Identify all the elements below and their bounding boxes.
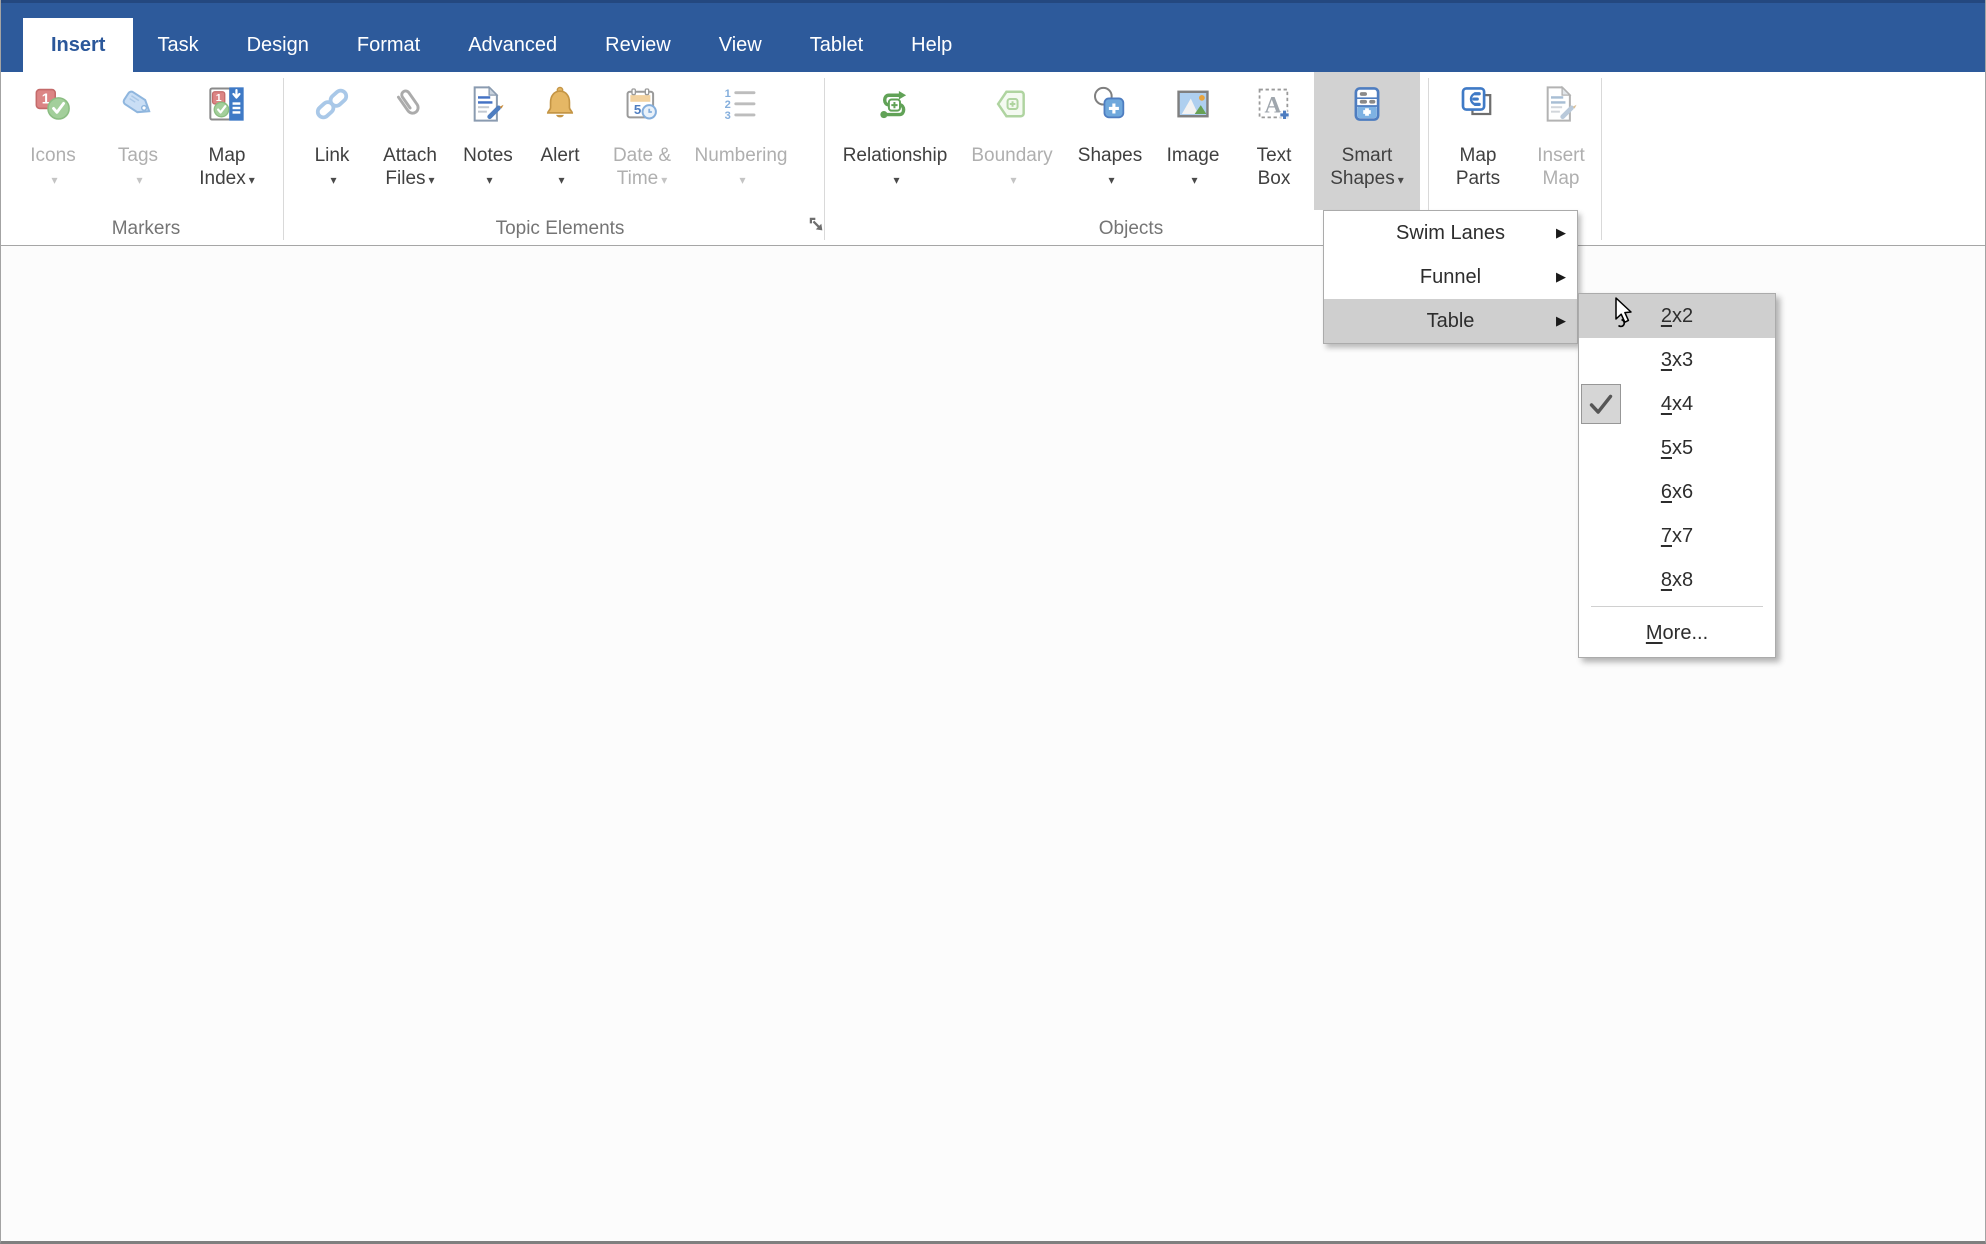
svg-text:A: A [1264, 92, 1281, 118]
submenu-arrow-icon: ▶ [1556, 313, 1566, 328]
map-index-icon: 1 [207, 84, 247, 124]
submenu-item-3x3[interactable]: 3x3 [1579, 338, 1775, 382]
svg-text:5: 5 [634, 102, 642, 117]
ribbon-tab-bar: Insert Task Design Format Advanced Revie… [1, 0, 1985, 72]
tab-insert[interactable]: Insert [23, 18, 134, 72]
tab-format[interactable]: Format [333, 18, 444, 72]
group-separator [824, 78, 825, 240]
map-index-button[interactable]: 1 Map Index ▾ [179, 72, 275, 210]
link-icon [312, 84, 352, 124]
text-box-button[interactable]: A TextBox▾ [1234, 72, 1314, 210]
submenu-item-more[interactable]: More... [1579, 611, 1775, 655]
tab-help[interactable]: Help [887, 18, 976, 72]
bell-icon [540, 84, 580, 124]
paperclip-icon [390, 84, 430, 124]
tab-tablet[interactable]: Tablet [786, 18, 887, 72]
submenu-arrow-icon: ▶ [1556, 269, 1566, 284]
tab-advanced[interactable]: Advanced [444, 18, 581, 72]
dropdown-caret-icon: ▾ [1191, 173, 1198, 187]
date-time-button: 5 Date & Time ▾ [597, 72, 687, 210]
boundary-icon [992, 84, 1032, 124]
dropdown-caret-icon: ▾ [1108, 173, 1115, 187]
menu-item-table[interactable]: Table ▶ [1324, 299, 1577, 343]
map-parts-icon [1458, 84, 1498, 124]
notes-button[interactable]: Notes ▾ [453, 72, 523, 210]
dropdown-caret-icon: ▾ [486, 173, 493, 187]
smart-shapes-menu: Swim Lanes ▶ Funnel ▶ Table ▶ [1323, 210, 1578, 344]
tags-button: Tags ▾ [97, 72, 179, 210]
shapes-button[interactable]: Shapes ▾ [1068, 72, 1152, 210]
ribbon: 1 Icons ▾ Tags ▾ 1 Map Index ▾ Markers L… [1, 72, 1985, 246]
numbered-list-icon: 123 [721, 84, 761, 124]
calendar-clock-icon: 5 [622, 84, 662, 124]
submenu-item-2x2[interactable]: 2x2 [1579, 294, 1775, 338]
relationship-icon [875, 84, 915, 124]
dropdown-caret-icon: ▾ [661, 173, 668, 187]
attach-files-button[interactable]: Attach Files ▾ [367, 72, 453, 210]
map-parts-button[interactable]: MapParts▾ [1434, 72, 1522, 210]
submenu-item-4x4[interactable]: 4x4 [1579, 382, 1775, 426]
icons-button: 1 Icons ▾ [9, 72, 97, 210]
insert-map-icon [1541, 84, 1581, 124]
dropdown-caret-icon: ▾ [893, 173, 900, 187]
menu-separator [1591, 606, 1763, 607]
smart-shapes-icon [1347, 84, 1387, 124]
dropdown-caret-icon: ▾ [248, 173, 255, 187]
tag-icon [118, 84, 158, 124]
submenu-arrow-icon: ▶ [1556, 225, 1566, 240]
boundary-button: Boundary ▾ [956, 72, 1068, 210]
submenu-item-7x7[interactable]: 7x7 [1579, 514, 1775, 558]
dropdown-caret-icon: ▾ [739, 173, 746, 187]
check-icon [1589, 394, 1613, 414]
relationship-button[interactable]: Relationship ▾ [834, 72, 956, 210]
group-separator [283, 78, 284, 240]
checked-indicator [1581, 384, 1621, 424]
ribbon-group-topic-elements: Link ▾ Attach Files ▾ Notes ▾ Alert ▾ 5 … [285, 72, 835, 246]
shapes-icon [1090, 84, 1130, 124]
image-button[interactable]: Image ▾ [1152, 72, 1234, 210]
ribbon-group-markers: 1 Icons ▾ Tags ▾ 1 Map Index ▾ Markers [9, 72, 283, 246]
image-icon [1173, 84, 1213, 124]
numbering-button: 123 Numbering ▾ [687, 72, 795, 210]
link-button[interactable]: Link ▾ [297, 72, 367, 210]
dropdown-caret-icon: ▾ [428, 173, 435, 187]
notes-icon [468, 84, 508, 124]
submenu-item-5x5[interactable]: 5x5 [1579, 426, 1775, 470]
table-size-submenu: 2x2 3x3 4x4 5x5 6x6 7x7 8x8 More... [1578, 293, 1776, 658]
dropdown-caret-icon: ▾ [1010, 173, 1017, 187]
dropdown-caret-icon: ▾ [330, 173, 337, 187]
alert-button[interactable]: Alert ▾ [523, 72, 597, 210]
app-window: Insert Task Design Format Advanced Revie… [0, 0, 1986, 1244]
insert-map-button: InsertMap▾ [1522, 72, 1600, 210]
text-box-icon: A [1254, 84, 1294, 124]
group-label-topic-elements: Topic Elements [495, 218, 625, 239]
dropdown-caret-icon: ▾ [51, 173, 58, 187]
tab-design[interactable]: Design [223, 18, 333, 72]
group-label-markers: Markers [111, 218, 181, 239]
svg-text:3: 3 [725, 110, 731, 122]
tab-view[interactable]: View [695, 18, 786, 72]
icons-icon: 1 [33, 84, 73, 124]
menu-item-swim-lanes[interactable]: Swim Lanes ▶ [1324, 211, 1577, 255]
smart-shapes-button[interactable]: Smart Shapes ▾ [1314, 72, 1420, 210]
submenu-item-6x6[interactable]: 6x6 [1579, 470, 1775, 514]
group-separator [1601, 78, 1602, 240]
dropdown-caret-icon: ▾ [136, 173, 143, 187]
tab-review[interactable]: Review [581, 18, 695, 72]
tab-task[interactable]: Task [133, 18, 222, 72]
menu-item-funnel[interactable]: Funnel ▶ [1324, 255, 1577, 299]
submenu-item-8x8[interactable]: 8x8 [1579, 558, 1775, 602]
dropdown-caret-icon: ▾ [1397, 173, 1404, 187]
dropdown-caret-icon: ▾ [558, 173, 565, 187]
